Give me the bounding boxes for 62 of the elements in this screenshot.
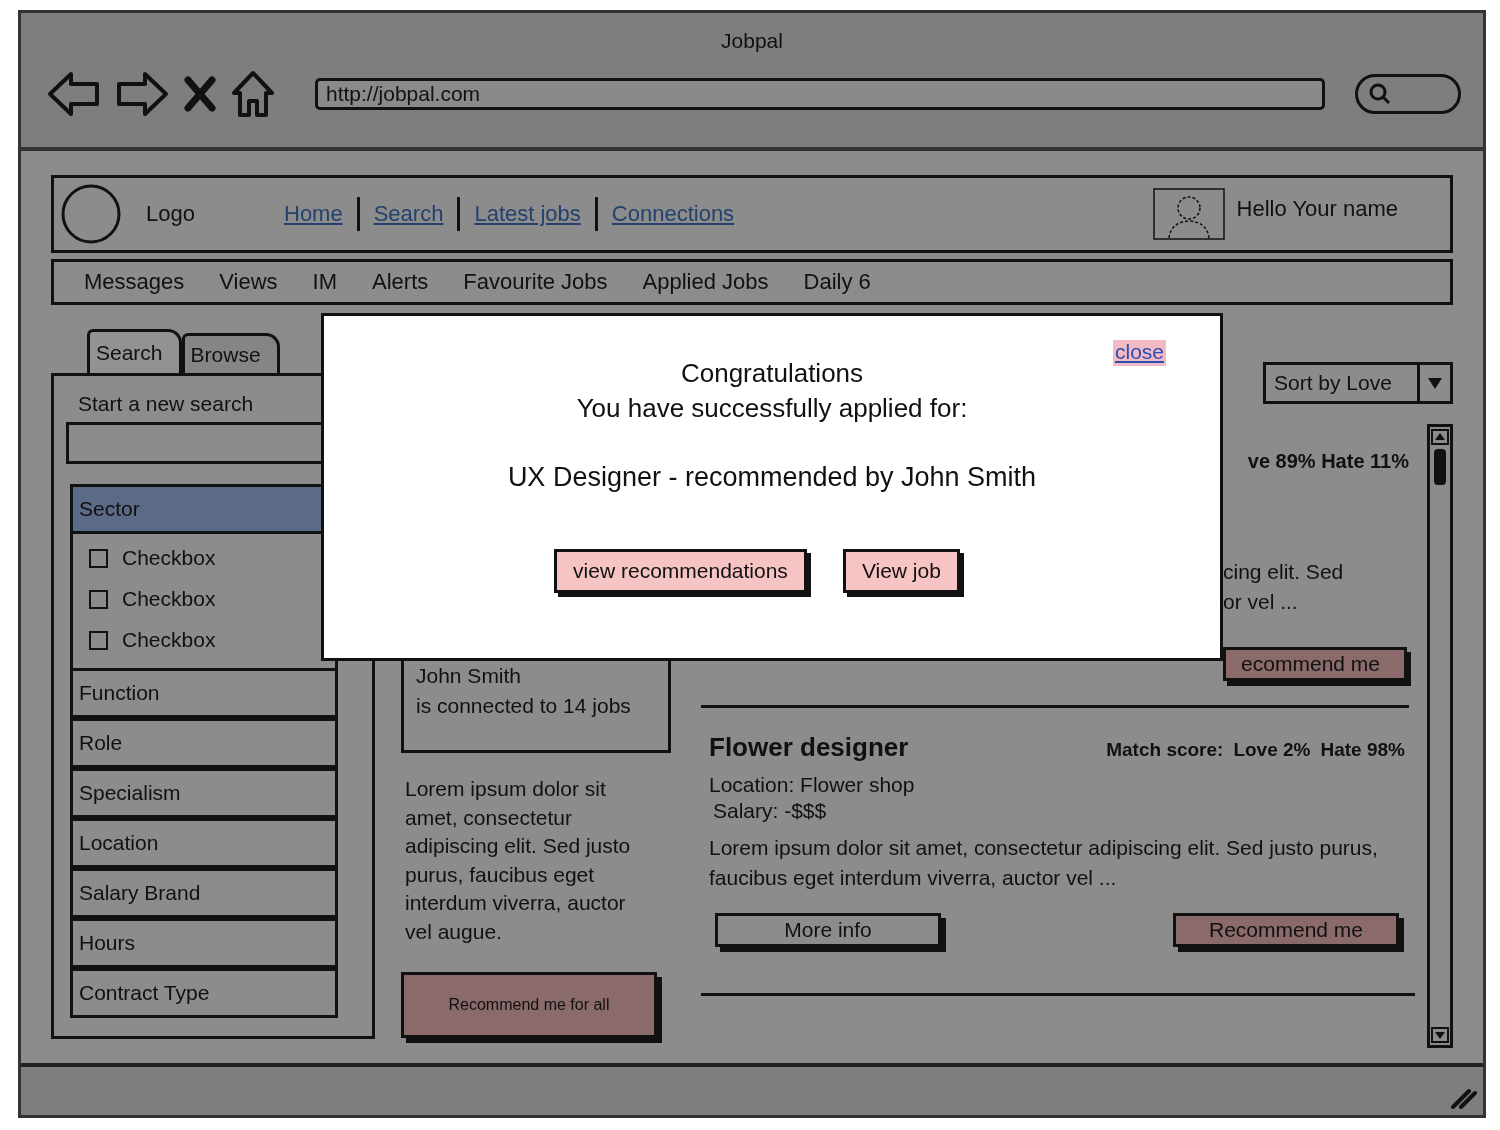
nav-link[interactable]: Home xyxy=(284,201,343,227)
accordion-header[interactable]: Salary Brand xyxy=(70,868,338,918)
nav-link[interactable]: Connections xyxy=(611,201,735,227)
address-bar[interactable]: http://jobpal.com xyxy=(315,78,1325,110)
job-salary: Salary: -$$$ xyxy=(712,799,828,823)
search-field[interactable] xyxy=(1355,74,1461,114)
greeting-text: Hello Your name xyxy=(1236,196,1398,222)
home-icon[interactable] xyxy=(231,69,275,119)
window-title: Jobpal xyxy=(720,28,784,54)
accordion-header[interactable]: Role xyxy=(70,718,338,768)
dialog-text: You have successfully applied for: xyxy=(575,392,969,425)
accordion-header[interactable]: Location xyxy=(70,818,338,868)
accordion-header[interactable]: Contract Type xyxy=(70,968,338,1018)
connection-name: John Smith xyxy=(416,663,523,689)
summary-text: Lorem ipsum dolor sit amet, consectetur adipiscing elit. Sed justo purus, faucibus eget interdum viverra, auctor vel augue. xyxy=(405,776,632,945)
scroll-down-icon[interactable] xyxy=(1431,1027,1449,1043)
scrollbar[interactable] xyxy=(1427,424,1453,1048)
accordion-header[interactable]: Specialism xyxy=(70,768,338,818)
match-label: Match score: xyxy=(1106,739,1224,761)
back-icon[interactable] xyxy=(47,70,101,118)
menu-item[interactable]: Favourite Jobs xyxy=(463,269,608,295)
accordion-header[interactable]: Hours xyxy=(70,918,338,968)
job-description: Lorem ipsum dolor sit amet, consectetur adipiscing elit. Sed justo purus, faucibus eget interdum viverra, auctor vel ... xyxy=(709,835,1379,891)
checkbox-label: Checkbox xyxy=(122,628,216,652)
close-link[interactable]: close xyxy=(1112,340,1166,366)
match-score: ve 89% Hate 11% xyxy=(1246,450,1409,473)
job-description: or vel ... xyxy=(1223,589,1299,615)
logo-icon xyxy=(60,183,122,245)
connection-text: is connected to 14 jobs xyxy=(416,693,632,719)
forward-icon[interactable] xyxy=(115,70,169,118)
menu-item[interactable]: Views xyxy=(219,269,278,295)
accordion-header[interactable]: Function xyxy=(70,668,338,718)
scroll-up-icon[interactable] xyxy=(1431,429,1449,445)
nav-link[interactable]: Search xyxy=(373,201,444,227)
avatar-icon xyxy=(1152,188,1225,240)
love-score: Love 2% xyxy=(1233,739,1311,761)
logo-text: Logo xyxy=(146,201,196,227)
search-icon xyxy=(1368,82,1392,106)
job-description: cing elit. Sed xyxy=(1223,559,1345,585)
job-location: Location: Flower shop xyxy=(709,773,916,797)
caret-icon xyxy=(1427,376,1443,390)
scroll-thumb[interactable] xyxy=(1434,449,1446,485)
checkbox-label: Checkbox xyxy=(122,546,216,570)
tab[interactable]: Browse xyxy=(181,333,280,373)
tab[interactable]: Search xyxy=(87,329,182,373)
dialog-job-text: UX Designer - recommended by John Smith xyxy=(506,462,1038,493)
search-label: Start a new search xyxy=(77,392,255,416)
menu-item[interactable]: Alerts xyxy=(372,269,429,295)
sort-dropdown[interactable]: Sort by Love xyxy=(1263,362,1453,404)
job-title: Flower designer xyxy=(709,732,909,763)
menu-item[interactable]: Daily 6 xyxy=(803,269,871,295)
stop-icon[interactable] xyxy=(183,74,217,114)
checkbox[interactable] xyxy=(89,630,108,650)
nav-link[interactable]: Latest jobs xyxy=(474,201,581,227)
hate-score: Hate 98% xyxy=(1320,739,1405,761)
menu-item[interactable]: Messages xyxy=(84,269,185,295)
menu-item[interactable]: IM xyxy=(312,269,338,295)
checkbox[interactable] xyxy=(89,548,108,568)
dialog-text: Congratulations xyxy=(679,357,865,390)
checkbox-label: Checkbox xyxy=(122,587,216,611)
checkbox[interactable] xyxy=(89,589,108,609)
menu-item[interactable]: Applied Jobs xyxy=(642,269,769,295)
